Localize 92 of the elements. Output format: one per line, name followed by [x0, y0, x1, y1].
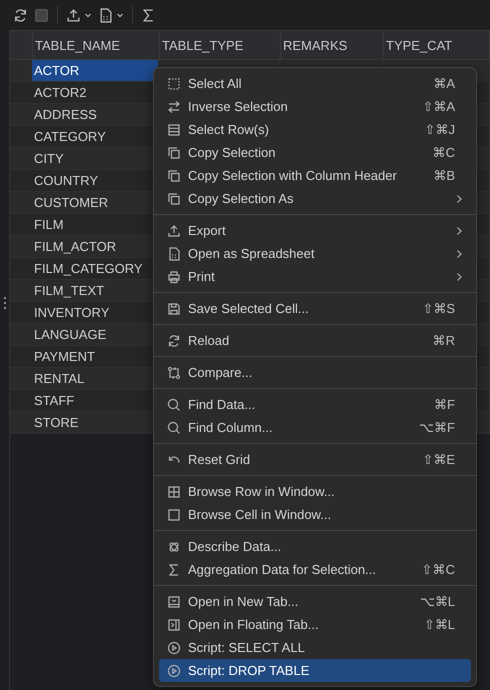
- menu-item[interactable]: Find Column... ⌥⌘F: [159, 416, 471, 439]
- menu-item[interactable]: Open in New Tab... ⌥⌘L: [159, 590, 471, 613]
- menu-item[interactable]: Browse Row in Window...: [159, 480, 471, 503]
- shortcut-label: ⇧⌘J: [424, 122, 455, 137]
- printer-icon: [167, 270, 181, 284]
- menu-item[interactable]: Inverse Selection ⇧⌘A: [159, 95, 471, 118]
- dashed-square-icon: [167, 76, 181, 90]
- shortcut-label: ⇧⌘A: [422, 99, 455, 114]
- menu-item-label: Open in New Tab...: [188, 594, 300, 609]
- shortcut-label: ⇧⌘L: [424, 617, 455, 632]
- caret-icon[interactable]: [116, 11, 124, 19]
- menu-item[interactable]: Aggregation Data for Selection... ⇧⌘C: [159, 558, 471, 581]
- table-cell: ACTOR: [32, 60, 159, 81]
- play-circle-icon: [167, 664, 181, 678]
- menu-item[interactable]: Find Data... ⌘F: [159, 393, 471, 416]
- column-header[interactable]: TYPE_CAT: [384, 31, 490, 59]
- column-header[interactable]: TABLE_NAME: [33, 31, 160, 59]
- copy-icon: [167, 146, 181, 160]
- shortcut-label: ⌘A: [433, 76, 455, 91]
- caret-icon[interactable]: [84, 11, 92, 19]
- menu-item[interactable]: Open as Spreadsheet: [159, 242, 471, 265]
- search-icon: [167, 398, 181, 412]
- menu-item-label: Browse Cell in Window...: [188, 507, 332, 522]
- atom-icon: [167, 540, 181, 554]
- menu-item[interactable]: Print: [159, 265, 471, 288]
- copy-icon: [167, 192, 181, 206]
- grid-icon: [167, 484, 181, 498]
- copy-icon: [167, 168, 181, 182]
- shortcut-label: ⌘R: [432, 333, 455, 348]
- shortcut-label: ⇧⌘E: [422, 452, 455, 467]
- refresh-icon[interactable]: [13, 8, 28, 22]
- sigma-icon: [167, 562, 181, 576]
- menu-item[interactable]: Browse Cell in Window...: [159, 503, 471, 526]
- menu-item-label: Save Selected Cell...: [188, 301, 310, 316]
- spreadsheet-icon[interactable]: [98, 8, 113, 22]
- menu-item-label: Select Row(s): [188, 122, 270, 137]
- menu-item-label: Print: [188, 269, 216, 284]
- menu-item-label: Open as Spreadsheet: [188, 246, 316, 261]
- shortcut-label: ⌘B: [433, 168, 455, 183]
- menu-item-label: Reload: [188, 333, 230, 348]
- menu-item[interactable]: Export: [159, 219, 471, 242]
- menu-item[interactable]: Save Selected Cell... ⇧⌘S: [159, 297, 471, 320]
- menu-item[interactable]: Copy Selection ⌘C: [159, 141, 471, 164]
- menu-item[interactable]: Compare...: [159, 361, 471, 384]
- menu-item[interactable]: Script: SELECT ALL: [159, 636, 471, 659]
- square-icon: [167, 508, 181, 522]
- menu-item-label: Inverse Selection: [188, 99, 289, 114]
- menu-item-label: Open in Floating Tab...: [188, 617, 320, 632]
- drag-handle-icon[interactable]: [2, 296, 6, 310]
- shortcut-label: ⌘C: [432, 145, 455, 160]
- menu-item[interactable]: Describe Data...: [159, 535, 471, 558]
- menu-item-label: Select All: [188, 76, 242, 91]
- menu-item[interactable]: Open in Floating Tab... ⇧⌘L: [159, 613, 471, 636]
- menu-item-label: Aggregation Data for Selection...: [188, 562, 377, 577]
- menu-item-label: Copy Selection with Column Header: [188, 168, 398, 183]
- spreadsheet-icon: [167, 246, 181, 260]
- menu-item-label: Describe Data...: [188, 539, 282, 554]
- menu-item[interactable]: Select Row(s) ⇧⌘J: [159, 118, 471, 141]
- search-icon: [167, 420, 181, 434]
- menu-item-label: Export: [188, 223, 227, 238]
- swap-arrows-icon: [167, 100, 181, 114]
- menu-item[interactable]: Copy Selection As: [159, 187, 471, 210]
- upload-icon[interactable]: [66, 8, 81, 22]
- shortcut-label: ⇧⌘S: [422, 301, 455, 316]
- menu-item[interactable]: Reload ⌘R: [159, 329, 471, 352]
- shortcut-label: ⌥⌘L: [420, 594, 455, 609]
- sigma-icon[interactable]: [141, 8, 156, 22]
- menu-item-label: Copy Selection As: [188, 191, 295, 206]
- menu-item-label: Script: SELECT ALL: [188, 640, 306, 655]
- menu-item[interactable]: Select All ⌘A: [159, 72, 471, 95]
- column-header[interactable]: REMARKS: [281, 31, 384, 59]
- refresh-icon: [167, 334, 181, 348]
- tab-icon: [167, 594, 181, 608]
- menu-item-label: Copy Selection: [188, 145, 276, 160]
- menu-item-label: Browse Row in Window...: [188, 484, 336, 499]
- menu-item-label: Find Column...: [188, 420, 274, 435]
- menu-item-label: Reset Grid: [188, 452, 252, 467]
- menu-item[interactable]: Script: DROP TABLE: [159, 659, 471, 682]
- floating-tab-icon: [167, 618, 181, 632]
- shortcut-label: ⇧⌘C: [422, 562, 455, 577]
- menu-item-label: Compare...: [188, 365, 254, 380]
- column-header[interactable]: TABLE_TYPE: [160, 31, 281, 59]
- compare-icon: [167, 366, 181, 380]
- menu-item[interactable]: Reset Grid ⇧⌘E: [159, 448, 471, 471]
- menu-item-label: Script: DROP TABLE: [188, 663, 310, 678]
- shortcut-label: ⌥⌘F: [419, 420, 455, 435]
- menu-item[interactable]: Copy Selection with Column Header ⌘B: [159, 164, 471, 187]
- menu-item-label: Find Data...: [188, 397, 256, 412]
- play-circle-icon: [167, 640, 181, 654]
- upload-icon: [167, 224, 181, 238]
- shortcut-label: ⌘F: [434, 397, 455, 412]
- rows-icon: [167, 122, 181, 136]
